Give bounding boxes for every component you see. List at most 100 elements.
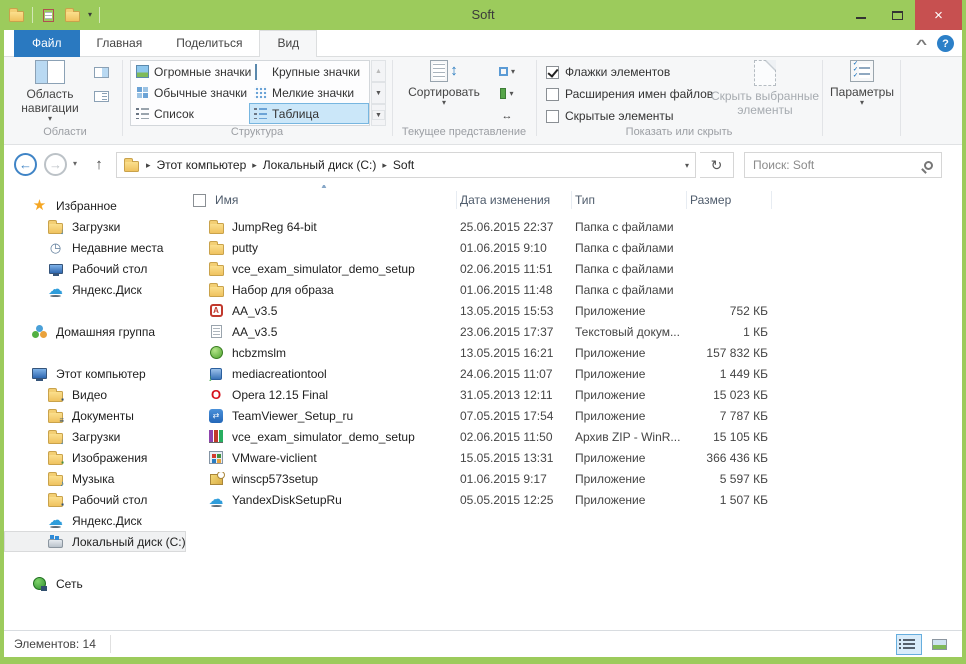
caret-down-icon: ▾	[48, 115, 52, 123]
column-header-name[interactable]: Имя	[185, 191, 457, 209]
sidebar-downloads-pc[interactable]: ↓Загрузки	[4, 426, 186, 447]
more-views-icon: ▼	[372, 110, 385, 120]
file-extensions-checkbox[interactable]	[546, 88, 559, 101]
breadcrumb-separator-icon[interactable]: ▸	[382, 160, 387, 171]
sidebar-desktop[interactable]: Рабочий стол	[4, 258, 186, 279]
sidebar-documents[interactable]: ≡Документы	[4, 405, 186, 426]
view-extra-large-icons[interactable]: Огромные значки	[131, 61, 249, 82]
help-icon[interactable]: ?	[937, 35, 954, 52]
file-row[interactable]: winscp573setup01.06.2015 9:17Приложение5…	[185, 468, 956, 489]
caret-down-icon: ▾	[860, 99, 864, 107]
sidebar-videos[interactable]: ▪Видео	[4, 384, 186, 405]
column-header-date[interactable]: Дата изменения	[457, 191, 572, 209]
select-all-checkbox[interactable]	[193, 194, 206, 207]
recent-locations-icon[interactable]: ▾	[73, 159, 77, 168]
file-row[interactable]: ⇄TeamViewer_Setup_ru07.05.2015 17:54Прил…	[185, 405, 956, 426]
column-header-size[interactable]: Размер	[687, 191, 772, 209]
sort-by-button[interactable]: ↕ Сортировать ▾	[402, 60, 486, 107]
sidebar-downloads[interactable]: ↓Загрузки	[4, 216, 186, 237]
search-input[interactable]: Поиск: Soft	[744, 152, 942, 178]
item-checkboxes-checkbox[interactable]	[546, 66, 559, 79]
tab-view[interactable]: Вид	[259, 30, 317, 57]
computer-icon	[32, 368, 47, 379]
maximize-button[interactable]	[879, 0, 915, 30]
opera-icon: O	[208, 388, 224, 401]
tab-home[interactable]: Главная	[80, 30, 160, 57]
breadcrumb-this-pc[interactable]: Этот компьютер	[157, 158, 247, 172]
details-view-button[interactable]	[896, 634, 922, 655]
network-icon	[33, 577, 46, 590]
tab-share[interactable]: Поделиться	[159, 30, 259, 57]
sidebar-network[interactable]: Сеть	[4, 573, 186, 594]
file-row[interactable]: mediacreationtool24.06.2015 11:07Приложе…	[185, 363, 956, 384]
file-row[interactable]: ☁YandexDiskSetupRu05.05.2015 12:25Прилож…	[185, 489, 956, 510]
search-icon[interactable]	[924, 161, 933, 170]
yandex-disk-icon: ☁	[208, 493, 224, 506]
sidebar-yandex-disk[interactable]: ☁Яндекс.Диск	[4, 279, 186, 300]
file-row[interactable]: VMware-viclient15.05.2015 13:31Приложени…	[185, 447, 956, 468]
checkbox-hidden-items[interactable]: Скрытые элементы	[546, 106, 674, 126]
breadcrumb-separator-icon[interactable]: ▸	[146, 160, 151, 171]
sidebar-desktop-pc[interactable]: ▪Рабочий стол	[4, 489, 186, 510]
navigation-pane-button[interactable]: Область навигации ▾	[12, 60, 88, 123]
checkbox-item-checkboxes[interactable]: Флажки элементов	[546, 62, 670, 82]
view-small-icons[interactable]: Мелкие значки	[249, 82, 369, 103]
details-view-icon	[903, 639, 915, 650]
medium-icons-icon	[136, 86, 149, 99]
file-row[interactable]: vce_exam_simulator_demo_setup02.06.2015 …	[185, 258, 956, 279]
forward-button[interactable]: →	[44, 153, 67, 176]
file-row[interactable]: Набор для образа01.06.2015 11:48Папка с …	[185, 279, 956, 300]
file-row[interactable]: putty01.06.2015 9:10Папка с файлами	[185, 237, 956, 258]
address-bar[interactable]: ▸ Этот компьютер ▸ Локальный диск (C:) ▸…	[116, 152, 696, 178]
hidden-items-checkbox[interactable]	[546, 110, 559, 123]
file-row[interactable]: JumpReg 64-bit25.06.2015 22:37Папка с фа…	[185, 216, 956, 237]
add-columns-button[interactable]: ▾	[492, 83, 522, 104]
breadcrumb-separator-icon[interactable]: ▸	[252, 160, 257, 171]
sidebar-pictures[interactable]: ▪Изображения	[4, 447, 186, 468]
details-pane-button[interactable]	[88, 85, 114, 107]
refresh-button[interactable]: ↻	[700, 152, 734, 178]
options-button[interactable]: Параметры ▾	[826, 60, 898, 107]
view-details[interactable]: Таблица	[249, 103, 369, 124]
sidebar-music[interactable]: ♪Музыка	[4, 468, 186, 489]
address-bar-row: ← → ▾ ↑ ▸ Этот компьютер ▸ Локальный дис…	[4, 145, 962, 185]
size-columns-button[interactable]: ↔	[492, 105, 522, 126]
file-row[interactable]: AAA_v3.513.05.2015 15:53Приложение752 КБ	[185, 300, 956, 321]
sidebar-recent-places[interactable]: ◷Недавние места	[4, 237, 186, 258]
address-dropdown-icon[interactable]: ▾	[685, 161, 689, 170]
sidebar-favorites[interactable]: ★Избранное	[4, 195, 186, 216]
preview-pane-button[interactable]	[88, 61, 114, 83]
list-view-icon	[136, 107, 149, 120]
layout-list-scrollbar[interactable]: ▲ ▼ ▼	[371, 60, 386, 126]
scroll-down-icon[interactable]: ▼	[371, 82, 386, 104]
file-row[interactable]: vce_exam_simulator_demo_setup02.06.2015 …	[185, 426, 956, 447]
up-button[interactable]: ↑	[88, 153, 110, 176]
more-views-button[interactable]: ▼	[371, 104, 386, 126]
sidebar-yandex-disk-pc[interactable]: ☁Яндекс.Диск	[4, 510, 186, 531]
minimize-button[interactable]	[843, 0, 879, 30]
column-header-type[interactable]: Тип	[572, 191, 687, 209]
view-large-icons[interactable]: Крупные значки	[249, 61, 369, 82]
close-button[interactable]: ×	[915, 0, 962, 30]
file-row[interactable]: hcbzmslm13.05.2015 16:21Приложение157 83…	[185, 342, 956, 363]
size-columns-icon: ↔	[502, 110, 513, 122]
file-row[interactable]: OOpera 12.15 Final31.05.2013 12:11Прилож…	[185, 384, 956, 405]
breadcrumb-soft[interactable]: Soft	[393, 158, 414, 172]
thumbnails-view-button[interactable]	[926, 634, 952, 655]
cloud-icon: ☁	[48, 514, 63, 527]
sidebar-local-disk-c[interactable]: Локальный диск (C:)	[4, 531, 186, 552]
view-medium-icons[interactable]: Обычные значки	[131, 82, 249, 103]
back-button[interactable]: ←	[14, 153, 37, 176]
view-list[interactable]: Список	[131, 103, 249, 124]
collapse-ribbon-icon[interactable]: ^	[916, 37, 927, 51]
details-view-icon	[254, 107, 267, 120]
sidebar-this-pc[interactable]: Этот компьютер	[4, 363, 186, 384]
group-by-button[interactable]: ▾	[492, 61, 522, 82]
scroll-up-icon[interactable]: ▲	[371, 60, 386, 82]
checkbox-file-extensions[interactable]: Расширения имен файлов	[546, 84, 713, 104]
tab-file[interactable]: Файл	[14, 30, 80, 57]
sidebar-homegroup[interactable]: Домашняя группа	[4, 321, 186, 342]
file-row[interactable]: AA_v3.523.06.2015 17:37Текстовый докум..…	[185, 321, 956, 342]
breadcrumb-disk-c[interactable]: Локальный диск (C:)	[263, 158, 377, 172]
status-bar: Элементов: 14	[4, 630, 962, 657]
